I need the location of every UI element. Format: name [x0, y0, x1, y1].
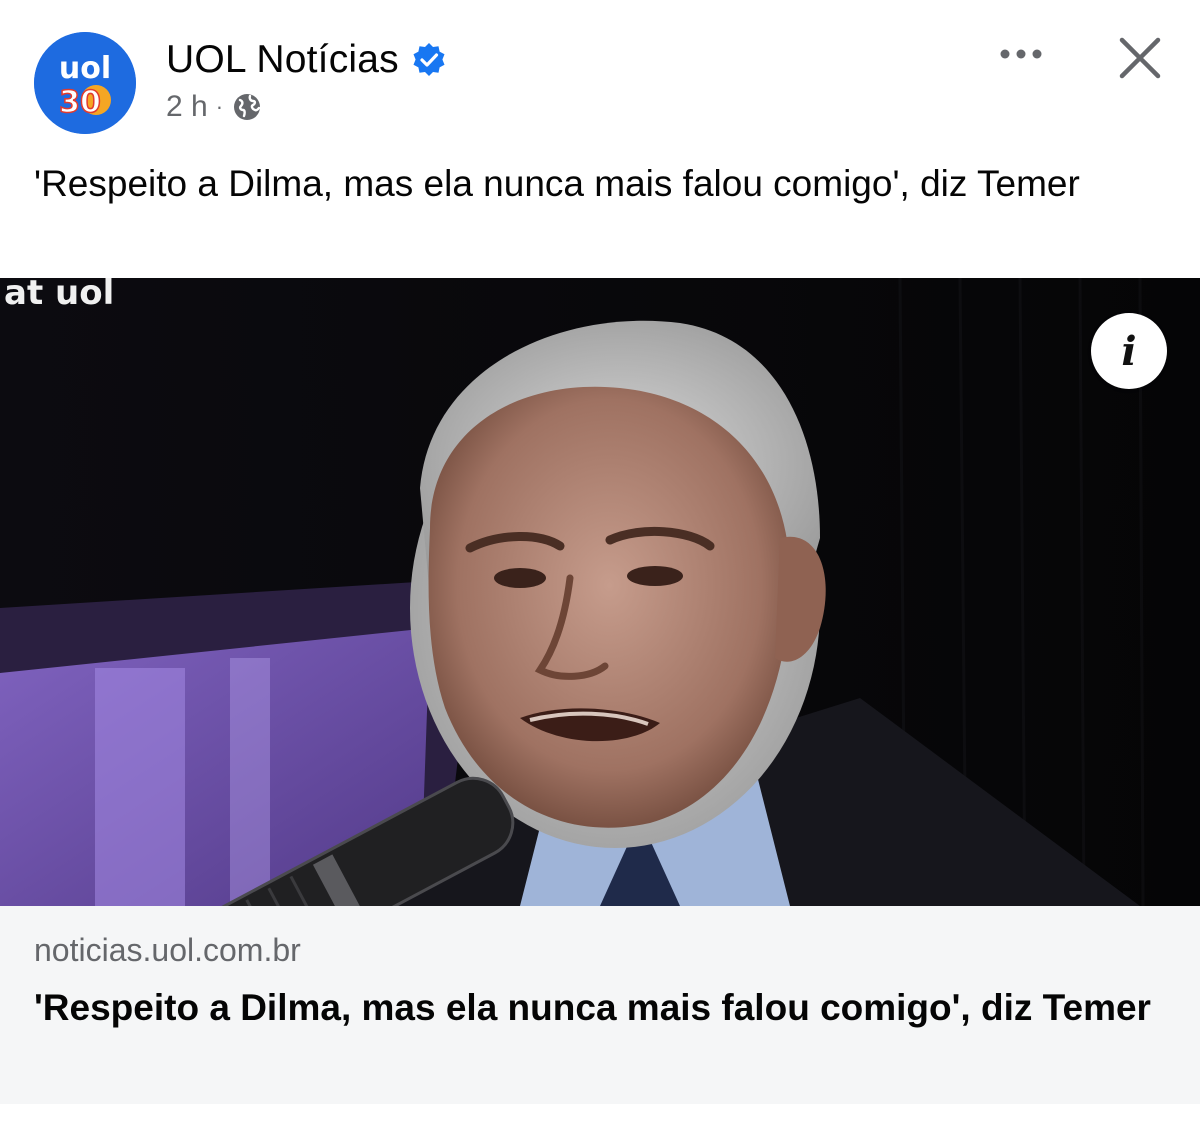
post-caption: 'Respeito a Dilma, mas ela nunca mais fa…	[34, 163, 1080, 204]
info-button[interactable]: i	[1091, 313, 1167, 389]
meta-separator: ·	[215, 94, 224, 119]
link-title: 'Respeito a Dilma, mas ela nunca mais fa…	[34, 987, 1151, 1028]
avatar-bottom-text: 30	[59, 85, 101, 120]
post-image[interactable]: at uol i	[0, 278, 1200, 906]
interview-photo: at uol	[0, 278, 1200, 906]
close-icon	[1119, 37, 1161, 79]
post-time[interactable]: 2 h	[166, 90, 208, 124]
uol-30-logo: uol 30	[34, 32, 136, 134]
page-name-row: UOL Notícias	[166, 38, 447, 82]
close-button[interactable]	[1112, 30, 1168, 86]
link-preview-card[interactable]: noticias.uol.com.br 'Respeito a Dilma, m…	[0, 906, 1200, 1104]
post-meta: 2 h ·	[166, 90, 263, 124]
page-name[interactable]: UOL Notícias	[166, 38, 399, 82]
avatar-top-text: uol	[59, 51, 111, 86]
info-icon: i	[1121, 327, 1137, 375]
more-options-icon	[1000, 49, 1042, 59]
more-options-button[interactable]	[996, 32, 1046, 76]
page-avatar[interactable]: uol 30	[34, 32, 136, 134]
post-header: uol 30 UOL Notícias 2 h ·	[0, 0, 1200, 150]
verified-badge-icon	[411, 42, 447, 78]
link-domain: noticias.uol.com.br	[34, 932, 301, 968]
globe-icon	[231, 91, 263, 123]
video-watermark: at uol	[4, 278, 114, 313]
